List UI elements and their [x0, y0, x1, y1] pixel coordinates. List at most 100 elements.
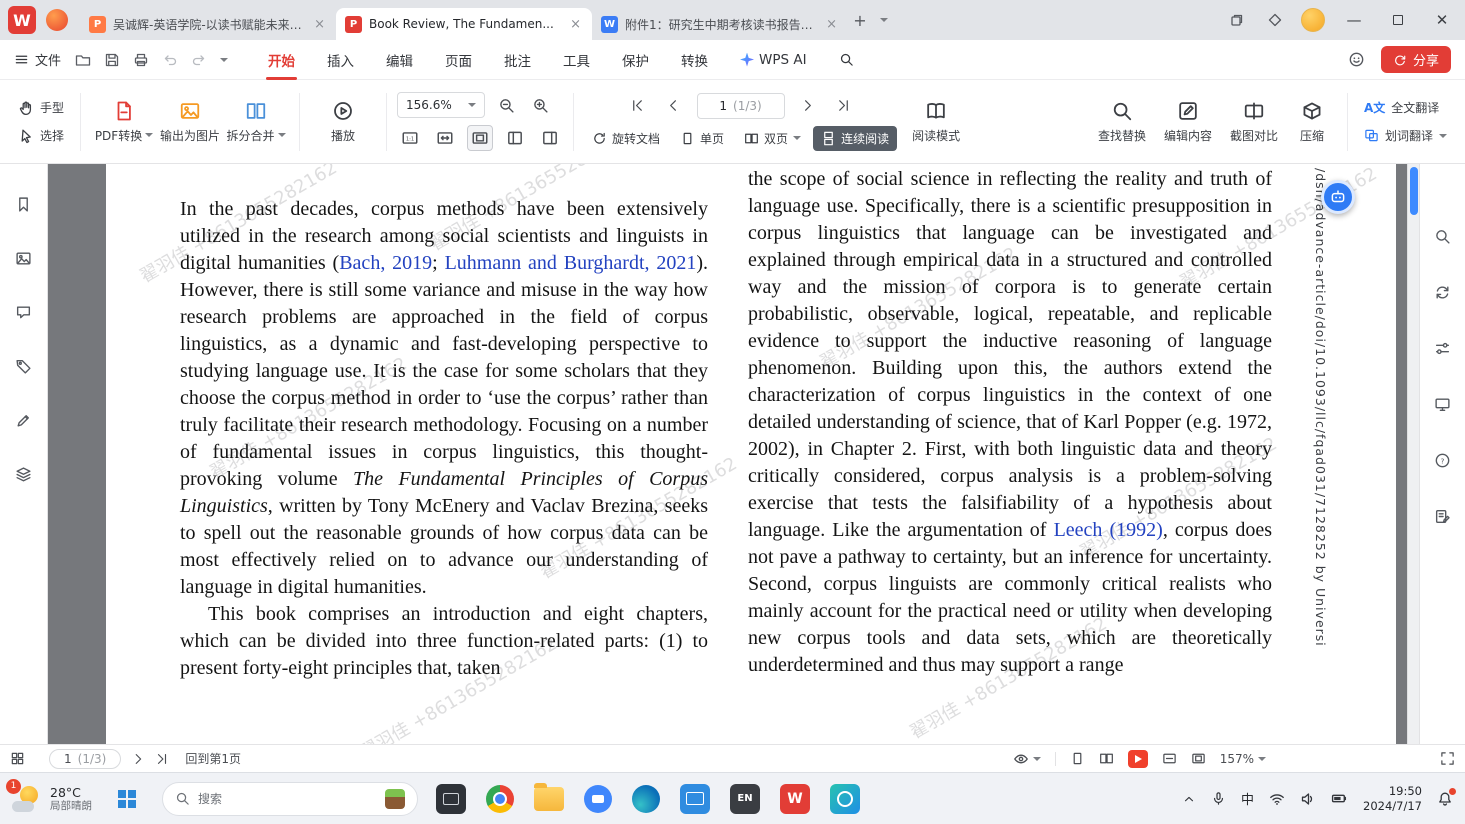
- thumbnails-panel-button[interactable]: [10, 244, 38, 272]
- ai-assistant-floating-button[interactable]: [1321, 180, 1355, 214]
- taskbar-app-file-explorer[interactable]: [534, 787, 564, 811]
- status-fit-page-button[interactable]: [1191, 751, 1206, 766]
- thumbnail-grid-button[interactable]: [10, 751, 25, 766]
- tab-close-icon[interactable]: ×: [824, 17, 839, 32]
- annotation-pen-button[interactable]: [10, 406, 38, 434]
- menu-tab-edit[interactable]: 编辑: [370, 40, 429, 80]
- full-text-translate-button[interactable]: A文 全文翻译: [1358, 97, 1453, 118]
- status-last-page-button[interactable]: [155, 752, 169, 766]
- wifi-tray-icon[interactable]: [1269, 791, 1285, 807]
- search-tool-button[interactable]: [1429, 222, 1457, 250]
- comments-panel-button[interactable]: [10, 298, 38, 326]
- window-minimize-button[interactable]: —: [1339, 6, 1369, 34]
- fullscreen-button[interactable]: [1440, 751, 1455, 766]
- screenshot-compare-button[interactable]: 截图对比: [1221, 100, 1287, 144]
- taskbar-search-input[interactable]: 搜索: [162, 782, 418, 816]
- taskbar-app-mail[interactable]: [680, 784, 710, 814]
- fit-page-button[interactable]: [467, 125, 493, 151]
- document-tab-pdf-active[interactable]: P Book Review, The Fundamen... ×: [336, 8, 592, 40]
- menu-tab-wps-ai[interactable]: WPS AI: [724, 40, 823, 80]
- notification-center-button[interactable]: [1437, 791, 1453, 807]
- taskbar-app-dark[interactable]: [436, 784, 466, 814]
- quick-access-chevron-icon[interactable]: [220, 58, 228, 62]
- tab-close-icon[interactable]: ×: [312, 17, 327, 32]
- taskbar-app-chrome[interactable]: [486, 785, 514, 813]
- reading-mode-button[interactable]: 阅读模式: [903, 100, 969, 144]
- menu-search-button[interactable]: [823, 40, 870, 80]
- menu-tab-home[interactable]: 开始: [252, 40, 311, 80]
- zoom-out-button[interactable]: [493, 92, 519, 118]
- split-merge-button[interactable]: 拆分合并: [223, 100, 289, 144]
- print-icon[interactable]: [133, 52, 149, 68]
- microphone-tray-icon[interactable]: [1211, 791, 1226, 806]
- wps-logo[interactable]: W: [8, 6, 36, 34]
- open-folder-icon[interactable]: [75, 52, 91, 68]
- share-button[interactable]: 分享: [1381, 46, 1451, 73]
- menu-tab-page[interactable]: 页面: [429, 40, 488, 80]
- fit-width-button[interactable]: [432, 125, 458, 151]
- undo-icon[interactable]: [162, 52, 178, 68]
- zoom-in-button[interactable]: [527, 92, 553, 118]
- window-layout-icon[interactable]: [1225, 8, 1249, 32]
- find-replace-button[interactable]: 查找替换: [1089, 100, 1155, 144]
- select-tool-button[interactable]: 选择: [12, 125, 70, 146]
- taskbar-app-wps[interactable]: W: [780, 784, 810, 814]
- edit-content-button[interactable]: 编辑内容: [1155, 100, 1221, 144]
- clock-widget[interactable]: 19:50 2024/7/17: [1363, 784, 1422, 814]
- output-as-image-button[interactable]: 输出为图片: [157, 100, 223, 144]
- page-right-layout-button[interactable]: [537, 125, 563, 151]
- view-options-button[interactable]: [1013, 751, 1041, 767]
- layers-panel-button[interactable]: [10, 460, 38, 488]
- status-page-indicator[interactable]: 1 (1/3): [49, 749, 121, 769]
- notes-edit-button[interactable]: [1429, 502, 1457, 530]
- last-page-button[interactable]: [831, 93, 857, 119]
- continuous-reading-button[interactable]: 连续阅读: [813, 126, 897, 151]
- first-page-button[interactable]: [625, 93, 651, 119]
- user-avatar[interactable]: [1301, 8, 1325, 32]
- attachments-panel-button[interactable]: [10, 352, 38, 380]
- hand-tool-button[interactable]: 手型: [12, 97, 70, 118]
- settings-sliders-button[interactable]: [1429, 334, 1457, 362]
- double-page-button[interactable]: 双页: [736, 126, 809, 151]
- status-zoom-select[interactable]: 157%: [1220, 752, 1266, 766]
- mood-icon[interactable]: [1348, 51, 1365, 68]
- new-tab-button[interactable]: +: [848, 8, 872, 32]
- document-canvas[interactable]: 翟羽佳 +8613655282162 翟羽佳 +8613655282162 翟羽…: [48, 164, 1419, 744]
- status-next-page-button[interactable]: [131, 752, 145, 766]
- redo-icon[interactable]: [191, 52, 207, 68]
- scrollbar-thumb[interactable]: [1410, 167, 1418, 215]
- status-fit-width-button[interactable]: [1162, 751, 1177, 766]
- page-number-box[interactable]: 1 (1/3): [697, 93, 785, 119]
- menu-tab-protect[interactable]: 保护: [606, 40, 665, 80]
- ime-indicator[interactable]: 中: [1241, 789, 1254, 808]
- app-launcher-icon[interactable]: [46, 9, 68, 31]
- window-maximize-button[interactable]: [1383, 6, 1413, 34]
- sync-tool-button[interactable]: [1429, 278, 1457, 306]
- battery-tray-icon[interactable]: [1331, 790, 1348, 807]
- start-button[interactable]: [110, 782, 144, 816]
- status-play-button[interactable]: [1128, 750, 1148, 768]
- rotate-document-button[interactable]: 旋转文档: [584, 126, 668, 151]
- back-to-first-page-button[interactable]: 回到第1页: [185, 750, 241, 767]
- display-tool-button[interactable]: [1429, 390, 1457, 418]
- tab-list-chevron-icon[interactable]: [872, 8, 896, 32]
- file-menu-button[interactable]: 文件: [14, 50, 61, 69]
- status-single-page-button[interactable]: [1070, 751, 1085, 766]
- taskbar-app-meeting[interactable]: [830, 784, 860, 814]
- save-icon[interactable]: [104, 52, 120, 68]
- weather-widget[interactable]: 1 28°C 局部晴朗: [12, 785, 92, 813]
- menu-tab-annotate[interactable]: 批注: [488, 40, 547, 80]
- window-close-button[interactable]: ✕: [1427, 6, 1457, 34]
- help-button[interactable]: ?: [1429, 446, 1457, 474]
- widgets-icon[interactable]: [1263, 8, 1287, 32]
- document-tab-doc[interactable]: W 附件1：研究生中期考核读书报告模板 ×: [592, 8, 848, 40]
- compress-button[interactable]: 压缩: [1287, 100, 1337, 144]
- zoom-select[interactable]: 156.6%: [397, 92, 485, 118]
- volume-tray-icon[interactable]: [1300, 791, 1316, 807]
- citation-link[interactable]: Bach, 2019: [339, 252, 432, 274]
- actual-size-button[interactable]: 1:1: [397, 125, 423, 151]
- tray-expand-button[interactable]: [1182, 792, 1196, 806]
- bookmarks-panel-button[interactable]: [10, 190, 38, 218]
- menu-tab-insert[interactable]: 插入: [311, 40, 370, 80]
- next-page-button[interactable]: [795, 93, 821, 119]
